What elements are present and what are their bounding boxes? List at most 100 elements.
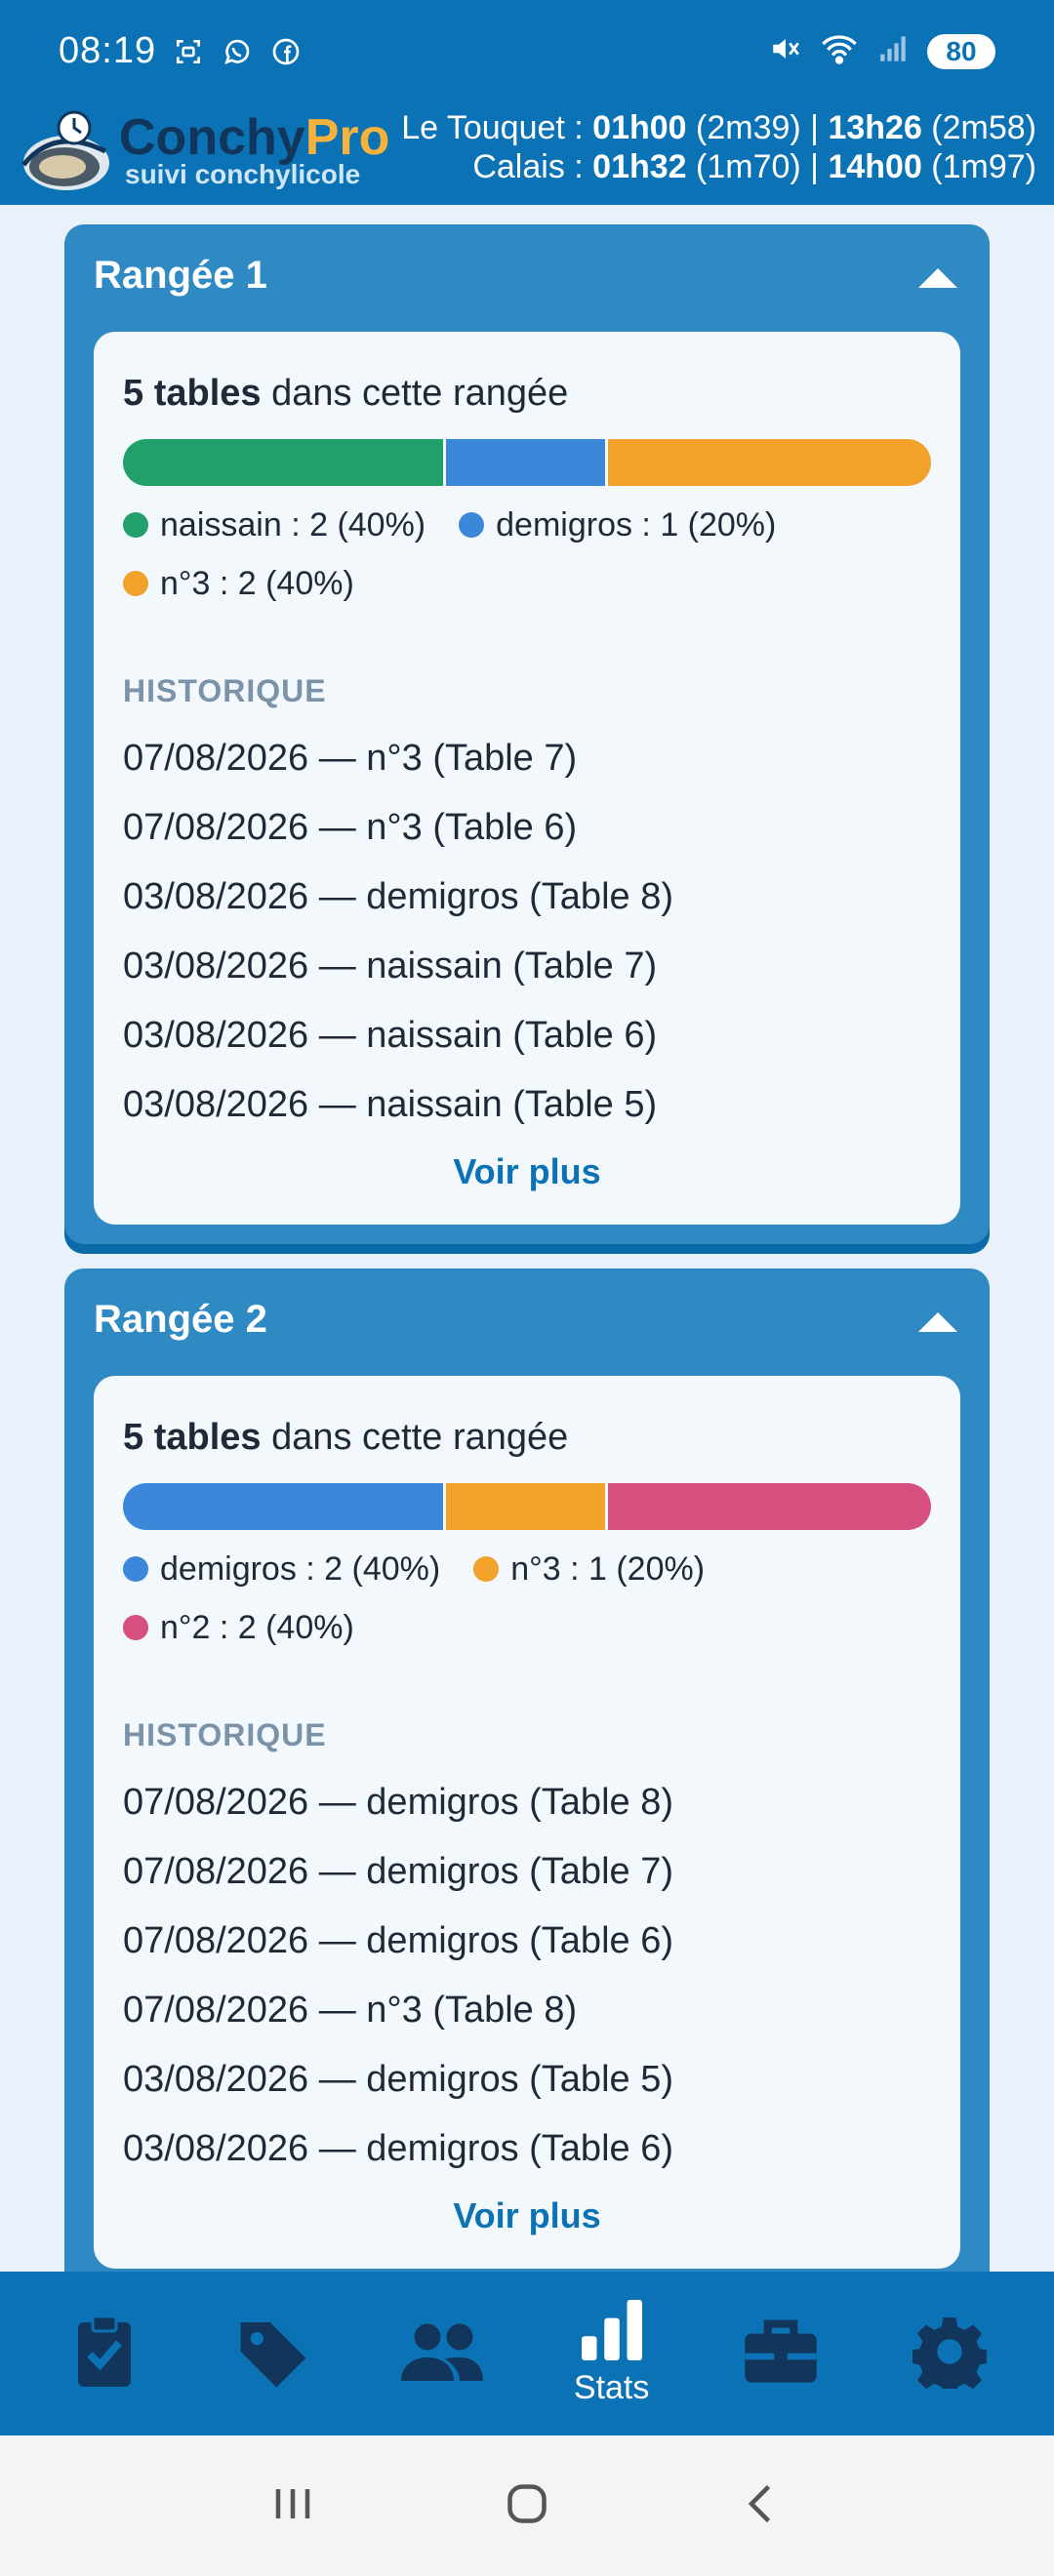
nav-team[interactable] — [369, 2272, 515, 2435]
tide-height: (2m58) — [921, 109, 1036, 146]
distribution-bar — [123, 439, 931, 486]
legend-item-demigros: demigros : 2 (40%) — [123, 1547, 440, 1591]
history-entry: 03/08/2026 — demigros (Table 5) — [123, 2059, 673, 2100]
row-title: Rangée 1 — [94, 254, 267, 297]
history-entry: 03/08/2026 — naissain (Table 6) — [123, 1015, 658, 1056]
whatsapp-icon — [221, 35, 254, 68]
bar-segment-demigros — [123, 1483, 447, 1530]
nav-tasks[interactable] — [31, 2272, 178, 2435]
signal-icon — [876, 32, 910, 70]
collapse-chevron-icon[interactable] — [915, 263, 960, 291]
tag-icon — [234, 2313, 312, 2395]
legend-dot-icon — [123, 571, 148, 596]
legend-item-n3: n°3 : 2 (40%) — [123, 561, 354, 606]
legend-item-n3: n°3 : 1 (20%) — [473, 1547, 705, 1591]
row-summary-panel: 5 tables dans cette rangée demigros : 2 … — [94, 1376, 960, 2269]
see-more-link[interactable]: Voir plus — [94, 1151, 960, 1192]
facebook-icon — [269, 35, 303, 68]
history-entry: 03/08/2026 — demigros (Table 8) — [123, 876, 673, 917]
tide-time: 13h26 — [828, 109, 922, 146]
legend-label: n°3 : 1 (20%) — [510, 1550, 706, 1588]
history-entry: 07/08/2026 — demigros (Table 8) — [123, 1782, 673, 1823]
distribution-bar — [123, 1483, 931, 1530]
tide-place: Le Touquet : — [401, 109, 593, 146]
nav-equipment[interactable] — [708, 2272, 854, 2435]
row-card-2: Rangée 2 5 tables dans cette rangée demi… — [64, 1268, 990, 2303]
table-count: 5 tables dans cette rangée — [123, 373, 568, 415]
table-count-number: 5 tables — [123, 373, 262, 414]
recent-apps-icon[interactable] — [264, 2475, 322, 2538]
brand-name-part1: Conchy — [119, 109, 305, 166]
people-icon — [398, 2317, 486, 2391]
tide-line-1: Le Touquet : 01h00 (2m39) | 13h26 (2m58) — [401, 108, 1036, 147]
history-entry: 07/08/2026 — demigros (Table 7) — [123, 1851, 673, 1892]
history-heading: HISTORIQUE — [123, 1717, 327, 1752]
bar-chart-icon — [578, 2300, 646, 2365]
bar-segment-naissain — [123, 439, 447, 486]
table-count: 5 tables dans cette rangée — [123, 1417, 568, 1459]
tide-height: (1m97) — [921, 148, 1036, 185]
back-icon[interactable] — [732, 2475, 790, 2538]
table-count-number: 5 tables — [123, 1417, 262, 1458]
bar-segment-n3 — [607, 439, 931, 486]
history-heading: HISTORIQUE — [123, 673, 327, 708]
collapse-chevron-icon[interactable] — [915, 1308, 960, 1335]
nav-tags[interactable] — [200, 2272, 346, 2435]
see-more-link[interactable]: Voir plus — [94, 2195, 960, 2236]
tide-line-2: Calais : 01h32 (1m70) | 14h00 (1m97) — [401, 147, 1036, 186]
status-time: 08:19 — [59, 30, 157, 71]
bar-segment-demigros — [446, 439, 608, 486]
tide-time: 01h32 — [592, 148, 687, 185]
distribution-legend: demigros : 2 (40%) n°3 : 1 (20%) n°2 : 2 (… — [123, 1547, 931, 1650]
table-count-text: dans cette rangée — [261, 1417, 569, 1458]
legend-item-n2: n°2 : 2 (40%) — [123, 1605, 354, 1650]
tide-time: 01h00 — [592, 109, 687, 146]
nav-stats-label: Stats — [573, 2369, 650, 2406]
legend-label: demigros : 1 (20%) — [496, 505, 777, 543]
tide-time: 14h00 — [828, 148, 922, 185]
brand-subtitle: suivi conchylicole — [125, 159, 361, 189]
legend-dot-icon — [123, 1556, 148, 1582]
legend-dot-icon — [459, 512, 485, 538]
briefcase-icon — [742, 2317, 820, 2391]
history-entry: 07/08/2026 — n°3 (Table 6) — [123, 807, 578, 848]
system-navigation — [0, 2435, 1054, 2576]
clipboard-check-icon — [69, 2313, 140, 2395]
tide-height: (1m70) | — [686, 148, 829, 185]
legend-item-demigros: demigros : 1 (20%) — [459, 503, 776, 547]
tide-height: (2m39) | — [686, 109, 829, 146]
tide-info: Le Touquet : 01h00 (2m39) | 13h26 (2m58)… — [401, 108, 1036, 186]
legend-dot-icon — [473, 1556, 500, 1582]
table-count-text: dans cette rangée — [261, 373, 569, 414]
legend-item-naissain: naissain : 2 (40%) — [123, 503, 426, 547]
history-list: 07/08/2026 — demigros (Table 8) 07/08/202… — [123, 1768, 931, 2184]
row-card-1: Rangée 1 5 tables dans cette rangée nais… — [64, 224, 990, 1244]
history-entry: 07/08/2026 — demigros (Table 6) — [123, 1920, 673, 1961]
nav-settings[interactable] — [876, 2272, 1023, 2435]
nav-stats[interactable]: Stats — [539, 2272, 685, 2435]
history-entry: 07/08/2026 — n°3 (Table 7) — [123, 738, 578, 779]
history-entry: 07/08/2026 — n°3 (Table 8) — [123, 1990, 578, 2031]
history-entry: 03/08/2026 — demigros (Table 6) — [123, 2128, 673, 2169]
legend-label: n°3 : 2 (40%) — [160, 564, 354, 602]
row-summary-panel: 5 tables dans cette rangée naissain : 2 … — [94, 332, 960, 1225]
legend-dot-icon — [123, 512, 148, 538]
status-bar: 08:19 80 — [0, 0, 1054, 102]
wifi-icon — [820, 32, 859, 70]
legend-label: n°2 : 2 (40%) — [160, 1608, 354, 1646]
history-entry: 03/08/2026 — naissain (Table 5) — [123, 1084, 658, 1125]
history-entry: 03/08/2026 — naissain (Table 7) — [123, 946, 658, 986]
row-title: Rangée 2 — [94, 1298, 267, 1341]
legend-dot-icon — [123, 1615, 148, 1640]
oyster-logo-icon — [16, 106, 113, 200]
gear-icon — [911, 2314, 990, 2396]
brand-name-part2: Pro — [304, 109, 390, 166]
legend-label: naissain : 2 (40%) — [160, 505, 426, 543]
home-icon[interactable] — [498, 2475, 556, 2538]
mute-icon — [769, 32, 802, 70]
history-list: 07/08/2026 — n°3 (Table 7) 07/08/2026 — n… — [123, 724, 931, 1140]
tide-place: Calais : — [472, 148, 593, 185]
app-brand: ConchyPro — [119, 110, 389, 165]
app-header: ConchyPro suivi conchylicole Le Touquet … — [0, 102, 1054, 205]
distribution-legend: naissain : 2 (40%) demigros : 1 (20%) n°3 … — [123, 503, 931, 606]
